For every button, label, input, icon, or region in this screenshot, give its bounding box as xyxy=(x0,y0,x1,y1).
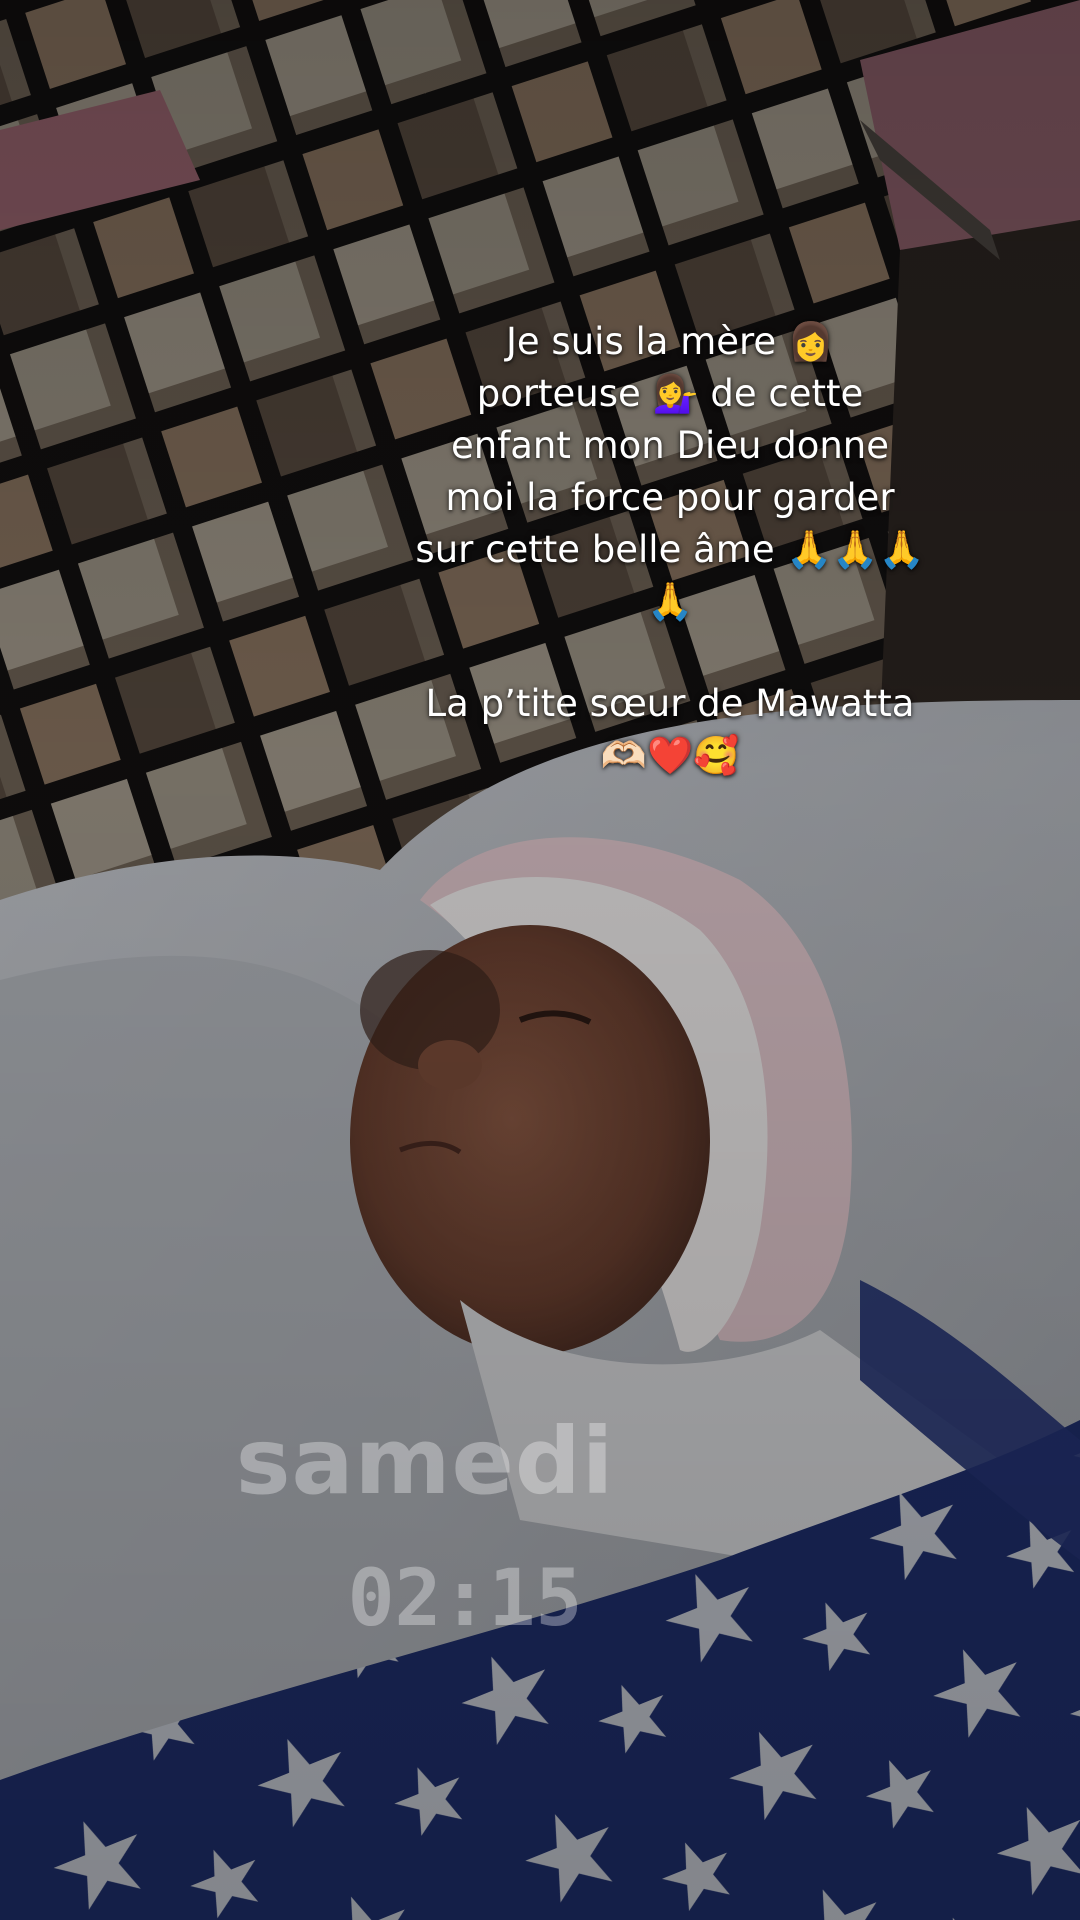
caption-line: Je suis la mère 👩 xyxy=(506,320,834,363)
subtitle-block: La p’tite sœur de Mawatta 🫶🏻❤️🥰 xyxy=(410,678,930,782)
timestamp-time: 02:15 xyxy=(347,1554,583,1644)
caption-line: moi la force pour garder xyxy=(445,476,895,519)
subtitle-emojis: 🫶🏻❤️🥰 xyxy=(600,734,740,777)
timestamp-day: samedi xyxy=(235,1408,615,1515)
video-frame: Je suis la mère 👩 porteuse 💁‍♀️ de cette… xyxy=(0,0,1080,1920)
caption-line: 🙏 xyxy=(646,580,694,623)
caption-line: porteuse 💁‍♀️ de cette xyxy=(476,372,864,415)
subtitle-text: La p’tite sœur de Mawatta xyxy=(425,682,915,725)
caption-text: Je suis la mère 👩 porteuse 💁‍♀️ de cette… xyxy=(410,316,930,628)
caption-line: sur cette belle âme 🙏🙏🙏 xyxy=(415,528,925,571)
caption-line: enfant mon Dieu donne xyxy=(450,424,890,467)
